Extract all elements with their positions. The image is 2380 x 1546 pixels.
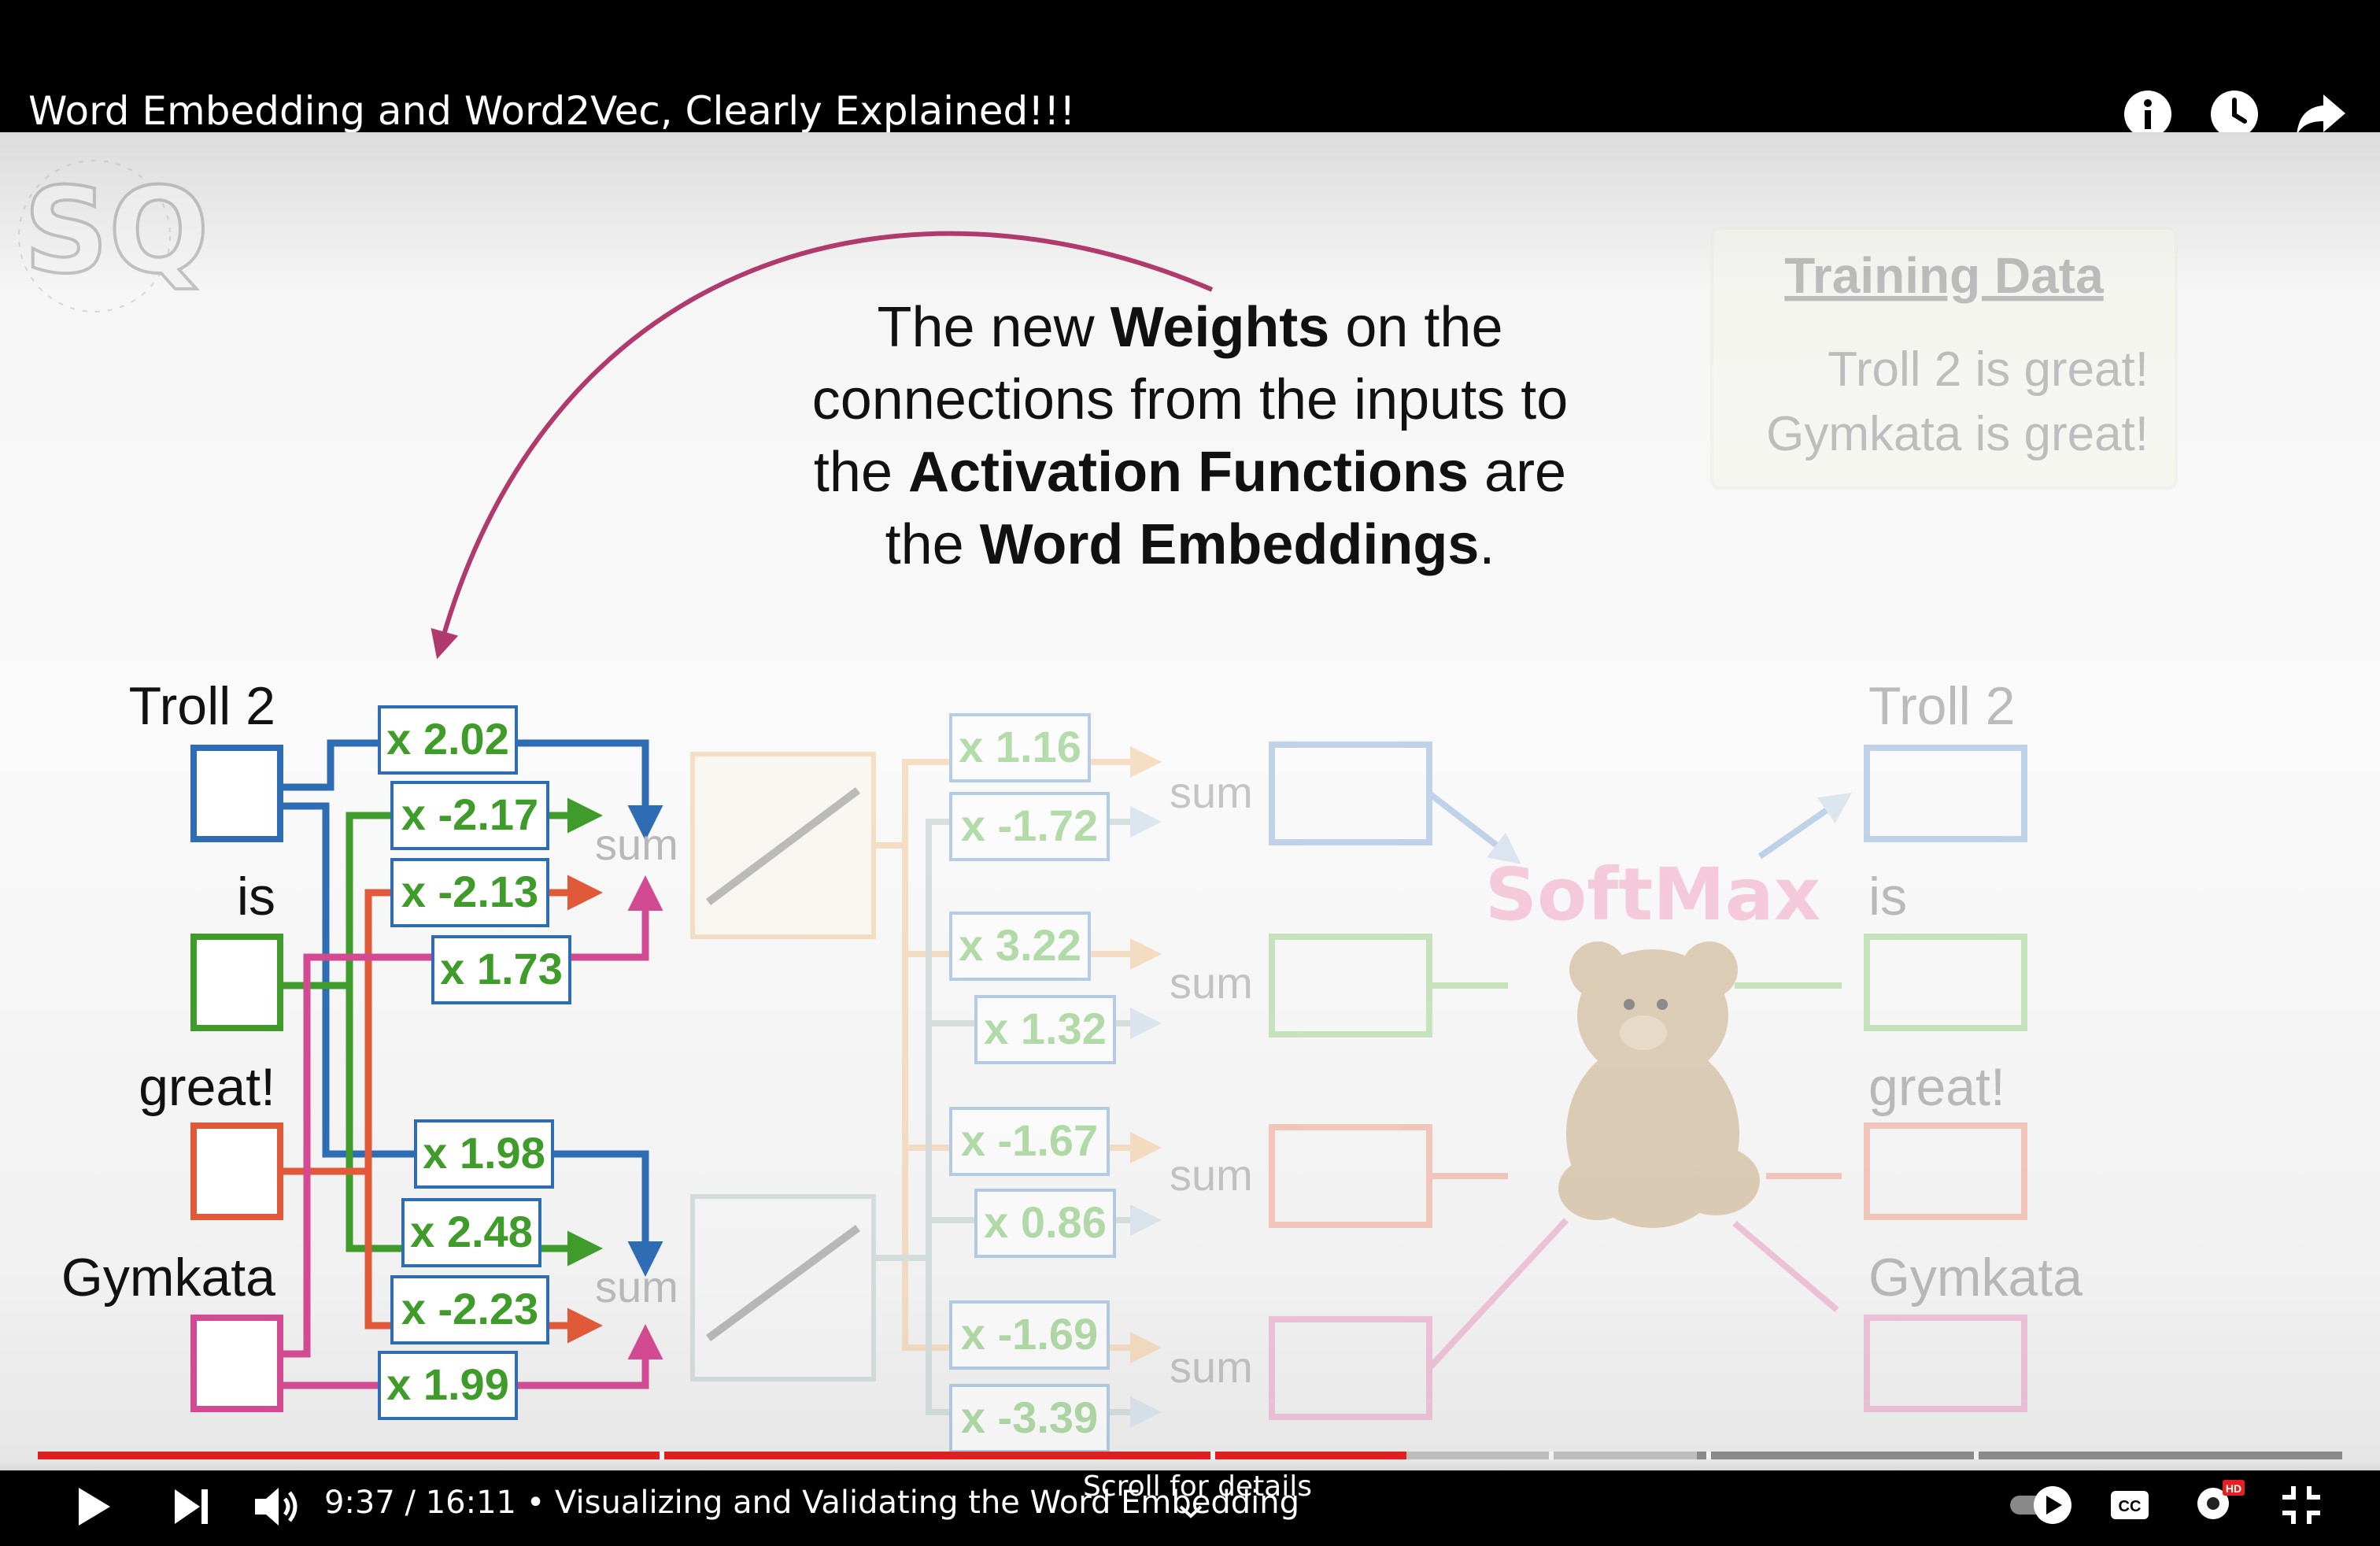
- svg-text:CC: CC: [2119, 1498, 2142, 1515]
- title-bar: Word Embedding and Word2Vec, Clearly Exp…: [0, 0, 2380, 138]
- weight-box-top-1: x 2.02: [378, 705, 518, 775]
- logo-letters: SQ: [24, 163, 209, 300]
- svg-text:x -2.13: x -2.13: [401, 867, 538, 916]
- output-weight-5: x -1.67: [961, 1115, 1098, 1165]
- weight-box-top-3: x -2.13: [390, 858, 549, 927]
- teddy-bear-image: [1558, 941, 1760, 1228]
- softmax-label: SoftMax: [1485, 853, 1820, 937]
- current-time: 9:37: [324, 1485, 395, 1521]
- autoplay-toggle[interactable]: [2009, 1481, 2076, 1529]
- output-node-is: [1864, 934, 2027, 1031]
- sum-label-output-1: sum: [1170, 767, 1253, 817]
- svg-text:x 1.99: x 1.99: [386, 1359, 509, 1409]
- output-node-great: [1864, 1123, 2027, 1220]
- input-word-troll2: Troll 2: [129, 676, 275, 736]
- svg-text:HD: HD: [2226, 1482, 2241, 1495]
- output-weight-1: x 1.16: [959, 722, 1081, 771]
- video-title[interactable]: Word Embedding and Word2Vec, Clearly Exp…: [28, 88, 1075, 134]
- output-word-troll2: Troll 2: [1868, 676, 2015, 736]
- statquest-logo: SQ: [18, 160, 211, 313]
- weight-box-bottom-2: x 2.48: [401, 1198, 541, 1267]
- callout-line-3: the Activation Functions are: [814, 441, 1566, 504]
- captions-icon[interactable]: CC: [2109, 1485, 2150, 1526]
- output-sum-box-2: [1269, 934, 1432, 1037]
- callout-line-2: connections from the inputs to: [812, 368, 1569, 431]
- sum-label-output-4: sum: [1170, 1342, 1253, 1392]
- duration: 16:11: [425, 1485, 517, 1521]
- scroll-for-details[interactable]: Scroll for details: [1083, 1470, 1312, 1503]
- training-line-1: Troll 2 is great!: [1828, 342, 2149, 397]
- callout-line-1: The new Weights on the: [877, 296, 1502, 359]
- svg-text:x -2.23: x -2.23: [401, 1284, 538, 1333]
- input-node-is: [190, 934, 283, 1031]
- sum-label-hidden-1: sum: [595, 819, 678, 869]
- svg-text:x 1.98: x 1.98: [423, 1128, 545, 1178]
- svg-text:x 2.48: x 2.48: [410, 1207, 533, 1256]
- input-node-great: [190, 1123, 283, 1220]
- callout-line-4: the Word Embeddings.: [885, 513, 1495, 576]
- output-word-gymkata: Gymkata: [1868, 1248, 2082, 1307]
- faded-network: x 1.16 x -1.72 x 3.22 x 1.32 x -1.67 x 0…: [690, 676, 2082, 1453]
- video-frame[interactable]: SQ The new Weights on the connections fro…: [0, 132, 2380, 1470]
- chevron-down-icon[interactable]: [1177, 1503, 1204, 1521]
- input-word-great: great!: [139, 1057, 275, 1117]
- scroll-hint-text: Scroll for details: [1083, 1470, 1313, 1503]
- training-data-box: Training Data Troll 2 is great! Gymkata …: [1710, 227, 2178, 490]
- output-weight-4: x 1.32: [984, 1004, 1107, 1053]
- weight-box-bottom-1: x 1.98: [414, 1119, 554, 1189]
- sum-label-hidden-2: sum: [595, 1262, 678, 1311]
- input-word-gymkata: Gymkata: [61, 1248, 275, 1307]
- output-weight-2: x -1.72: [961, 801, 1098, 850]
- next-icon[interactable]: [168, 1485, 214, 1529]
- output-node-gymkata: [1864, 1315, 2027, 1412]
- slide-canvas: SQ The new Weights on the connections fro…: [18, 160, 2178, 1453]
- weight-box-top-4: x 1.73: [431, 935, 571, 1004]
- weight-box-bottom-4: x 1.99: [378, 1351, 518, 1420]
- exit-fullscreen-icon[interactable]: [2279, 1483, 2323, 1527]
- output-weight-6: x 0.86: [984, 1197, 1107, 1247]
- progress-bar[interactable]: [38, 1452, 2342, 1459]
- training-data-title: Training Data: [1784, 247, 2104, 304]
- output-weight-8: x -3.39: [961, 1393, 1098, 1442]
- training-line-2: Gymkata is great!: [1766, 407, 2149, 461]
- input-word-is: is: [237, 867, 275, 926]
- weight-box-bottom-3: x -2.23: [390, 1275, 549, 1344]
- output-word-great: great!: [1868, 1057, 2005, 1117]
- play-icon[interactable]: [69, 1483, 116, 1530]
- input-node-gymkata: [190, 1315, 283, 1412]
- output-sum-box-4: [1269, 1316, 1432, 1420]
- output-weight-3: x 3.22: [959, 920, 1081, 970]
- output-sum-box-1: [1269, 742, 1432, 845]
- output-word-is: is: [1868, 867, 1907, 926]
- settings-icon[interactable]: HD: [2191, 1477, 2246, 1527]
- sum-label-output-2: sum: [1170, 958, 1253, 1008]
- weight-box-top-2: x -2.17: [390, 781, 549, 850]
- callout-text: The new Weights on the connections from t…: [812, 296, 1569, 576]
- output-node-troll2: [1864, 745, 2027, 842]
- output-sum-box-3: [1269, 1124, 1432, 1228]
- sum-label-output-3: sum: [1170, 1150, 1253, 1200]
- input-node-troll2: [190, 745, 283, 842]
- svg-text:x 1.73: x 1.73: [440, 944, 563, 993]
- volume-icon[interactable]: [250, 1481, 302, 1532]
- svg-text:x 2.02: x 2.02: [386, 714, 509, 764]
- output-weight-7: x -1.69: [961, 1309, 1098, 1359]
- svg-text:x -2.17: x -2.17: [401, 790, 538, 839]
